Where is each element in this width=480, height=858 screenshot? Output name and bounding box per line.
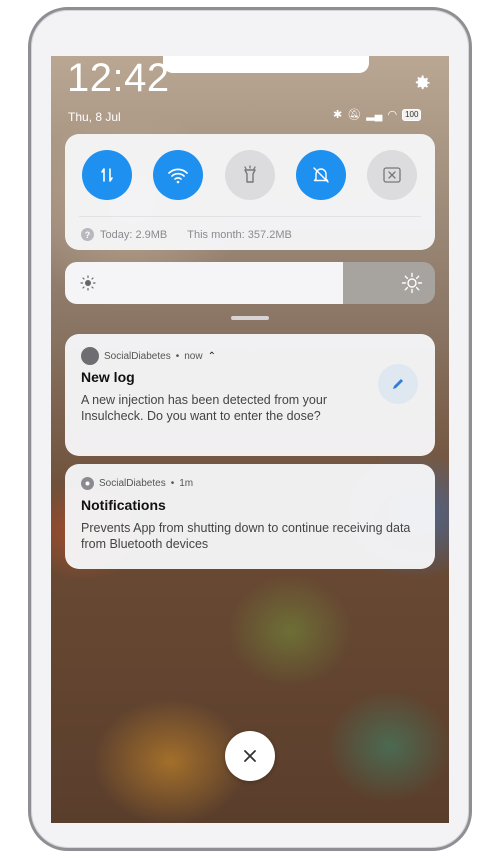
dot-separator: • [175,350,180,362]
app-icon [81,477,94,490]
date-label: Thu, 8 Jul [68,110,121,124]
wifi-icon [168,168,188,184]
notification-time: now [184,350,203,362]
brightness-slider[interactable] [65,262,435,304]
shade-handle[interactable] [231,316,269,320]
dot-separator: • [170,478,175,489]
notification-time: 1m [179,478,194,489]
help-icon: ? [81,228,94,241]
brightness-low-icon [80,275,96,291]
chevron-up-icon[interactable]: ⌃ [208,351,216,362]
camera-notch [163,56,369,73]
usage-month: This month: 357.2MB [187,228,292,241]
battery-icon: 100 [402,108,422,121]
close-icon [244,750,256,762]
data-usage-row[interactable]: ? Today: 2.9MB This month: 357.2MB [81,228,292,241]
silent-toggle[interactable] [296,150,346,200]
qs-divider [79,216,421,217]
app-name: SocialDiabetes [104,350,171,362]
settings-gear-icon[interactable] [412,73,432,93]
mobile-data-toggle[interactable] [82,150,132,200]
app-icon [81,347,99,365]
data-arrows-icon [101,168,113,182]
brightness-fill [65,262,343,304]
flashlight-icon [244,165,256,183]
usage-today: Today: 2.9MB [100,228,168,241]
notification-header: SocialDiabetes • 1m [81,477,193,490]
silent-icon: 🔕︎ [347,109,362,121]
notification-title: Notifications [81,497,166,513]
wifi-icon: ◠ [387,109,398,121]
notification-card-new-log[interactable]: SocialDiabetes • now ⌃ New log A new inj… [65,334,435,456]
notification-card-notifications[interactable]: SocialDiabetes • 1m Notifications Preven… [65,464,435,569]
notification-title: New log [81,369,135,385]
status-icons: ✱ 🔕︎ ▂▄ ◠ 100 [333,108,422,121]
screenshot-toggle[interactable] [367,150,417,200]
pencil-icon [393,379,403,389]
clear-notifications-button[interactable] [225,731,275,781]
bell-off-icon [313,167,329,183]
signal-icon: ▂▄ [366,109,383,121]
bluetooth-icon: ✱ [333,109,343,121]
notification-header: SocialDiabetes • now ⌃ [81,347,216,365]
edit-action-button[interactable] [378,364,418,404]
notification-body: A new injection has been detected from y… [81,393,327,423]
wifi-toggle[interactable] [153,150,203,200]
flashlight-toggle[interactable] [225,150,275,200]
clock-time: 12:42 [67,56,170,100]
app-name: SocialDiabetes [99,478,166,489]
brightness-high-icon [401,272,423,294]
quick-settings-panel: ? Today: 2.9MB This month: 357.2MB [65,134,435,250]
scissors-icon [383,167,401,183]
notification-body: Prevents App from shutting down to conti… [81,521,411,551]
